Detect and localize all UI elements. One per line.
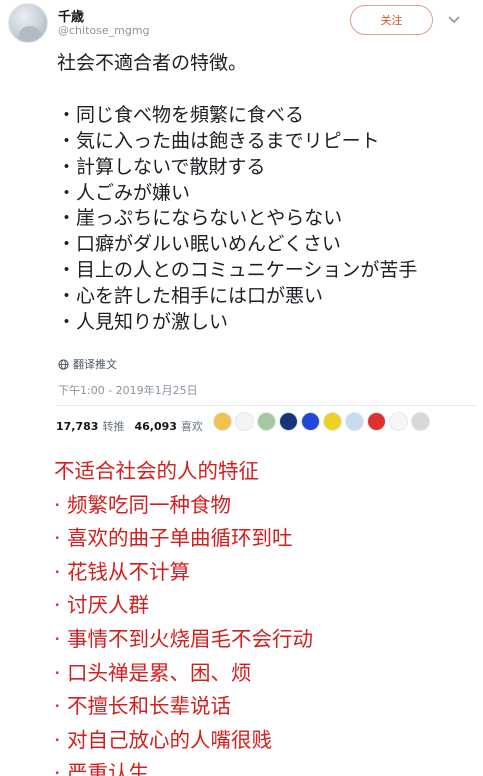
liker-avatar[interactable] — [257, 412, 276, 431]
liker-avatar[interactable] — [345, 412, 364, 431]
tweet-timestamp[interactable]: 下午1:00 - 2019年1月25日 — [58, 382, 198, 398]
likes-count[interactable]: 46,093 — [134, 420, 176, 433]
translate-label: 翻译推文 — [73, 358, 117, 371]
liker-avatar[interactable] — [235, 412, 254, 431]
tweet-stats: 17,783 转推 46,093 喜欢 — [56, 418, 209, 434]
author-name[interactable]: 千歳 — [58, 6, 84, 25]
liker-avatar[interactable] — [411, 412, 430, 431]
globe-icon — [58, 358, 69, 370]
liker-avatars — [213, 412, 430, 431]
tweet-text: 社会不適合者の特徴。 ・同じ食べ物を頻繁に食べる ・気に入った曲は飽きるまでリピ… — [57, 52, 418, 334]
liker-avatar[interactable] — [279, 412, 298, 431]
liker-avatar[interactable] — [389, 412, 408, 431]
avatar[interactable] — [8, 3, 48, 43]
liker-avatar[interactable] — [367, 412, 386, 431]
follow-button[interactable]: 关注 — [350, 5, 433, 35]
chinese-translation: 不适合社会的人的特征 · 频繁吃同一种食物 · 喜欢的曲子单曲循环到吐 · 花钱… — [54, 459, 314, 776]
retweets-label: 转推 — [102, 420, 125, 433]
retweets-count[interactable]: 17,783 — [56, 420, 98, 433]
more-options-button[interactable] — [446, 12, 462, 28]
translate-tweet-link[interactable]: 翻译推文 — [58, 356, 117, 372]
liker-avatar[interactable] — [323, 412, 342, 431]
chevron-down-icon — [448, 16, 460, 24]
author-handle[interactable]: @chitose_mgmg — [58, 24, 150, 37]
liker-avatar[interactable] — [213, 412, 232, 431]
likes-label: 喜欢 — [180, 420, 203, 433]
liker-avatar[interactable] — [301, 412, 320, 431]
stats-divider — [56, 405, 476, 406]
